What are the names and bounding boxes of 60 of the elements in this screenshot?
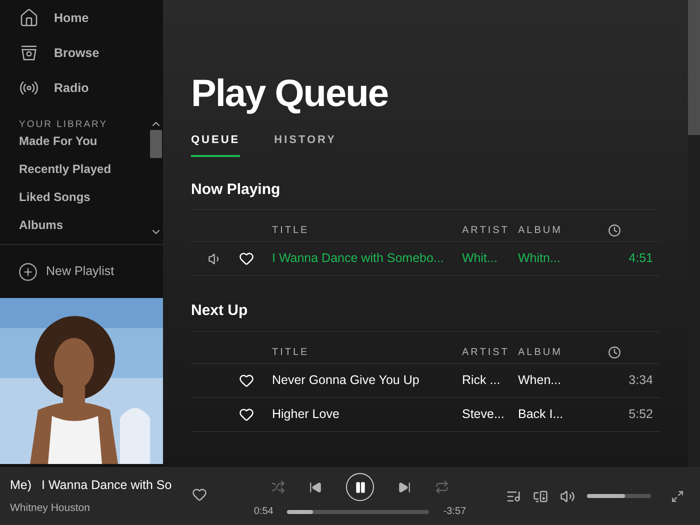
library-link[interactable]: Liked Songs xyxy=(19,188,149,216)
box-icon xyxy=(19,43,39,63)
scrollbar-thumb[interactable] xyxy=(150,130,162,158)
nav-link[interactable]: Browse xyxy=(54,44,100,62)
section-heading: Now Playing xyxy=(191,178,660,210)
track-artist: Rick ... xyxy=(462,372,502,389)
heart-icon[interactable] xyxy=(192,486,207,502)
new-playlist-button[interactable]: New Playlist xyxy=(46,262,114,281)
devices-icon[interactable] xyxy=(533,488,548,504)
track-row[interactable]: Higher Love Steve... Back I... 5:52 xyxy=(191,398,660,432)
tab[interactable]: HISTORY xyxy=(274,132,336,156)
track-artist: Whit... xyxy=(462,250,498,268)
column-header: ARTIST xyxy=(462,224,510,238)
track-row[interactable]: I Wanna Dance with Somebo... Whit... Whitn... 4:51 xyxy=(191,242,660,276)
nav-link[interactable]: Radio xyxy=(54,78,89,98)
progress-track[interactable] xyxy=(287,510,430,514)
section-heading: YOUR LIBRARY xyxy=(19,118,109,132)
column-header: TITLE xyxy=(272,224,310,238)
volume-icon[interactable] xyxy=(560,488,575,504)
page-title: Play Queue xyxy=(191,72,389,116)
shuffle-icon[interactable] xyxy=(271,480,285,494)
clock-icon xyxy=(608,346,621,358)
column-header: TITLE xyxy=(272,346,310,360)
pause-button[interactable] xyxy=(346,473,374,501)
track-title[interactable]: Me) xyxy=(10,476,32,494)
remaining-time: -3:57 xyxy=(443,505,466,519)
track-row[interactable]: Never Gonna Give You Up Rick ... When... 3:34 xyxy=(191,364,660,398)
track-duration: 5:52 xyxy=(628,406,653,423)
queue-icon[interactable] xyxy=(506,488,521,504)
nav-link[interactable]: Home xyxy=(54,8,89,28)
artist-link[interactable]: Whitney Houston xyxy=(10,500,182,516)
library-link[interactable]: Recently Played xyxy=(19,160,149,188)
elapsed-time: 0:54 xyxy=(254,505,274,519)
fullscreen-icon[interactable] xyxy=(671,490,684,502)
plus-icon xyxy=(18,262,38,282)
tab[interactable]: QUEUE xyxy=(191,132,240,156)
track-artist: Steve... xyxy=(462,406,506,423)
volume-track[interactable] xyxy=(587,494,651,498)
track-album: Back I... xyxy=(518,406,564,423)
clock-icon xyxy=(608,224,621,237)
pause-icon xyxy=(354,480,366,494)
track-album: When... xyxy=(518,372,562,389)
next-icon[interactable] xyxy=(398,480,411,494)
track-title: Higher Love xyxy=(272,406,340,423)
track-title: Never Gonna Give You Up xyxy=(272,372,420,389)
library-link[interactable]: Albums xyxy=(19,216,149,244)
repeat-icon[interactable] xyxy=(435,480,449,494)
library-link[interactable]: Made For You xyxy=(19,132,149,160)
track-title: I Wanna Dance with Somebo... xyxy=(272,250,445,268)
track-duration: 3:34 xyxy=(628,372,653,389)
track-album: Whitn... xyxy=(518,250,562,268)
track-duration: 4:51 xyxy=(628,250,653,268)
previous-icon[interactable] xyxy=(309,480,322,494)
section-heading: Next Up xyxy=(191,300,660,332)
scrollbar-thumb[interactable] xyxy=(688,0,700,135)
track-title[interactable]: I Wanna Dance with So xyxy=(42,476,172,494)
column-header: ALBUM xyxy=(518,346,564,360)
column-header: ARTIST xyxy=(462,346,510,360)
home-icon xyxy=(19,8,39,28)
column-header: ALBUM xyxy=(518,224,564,238)
